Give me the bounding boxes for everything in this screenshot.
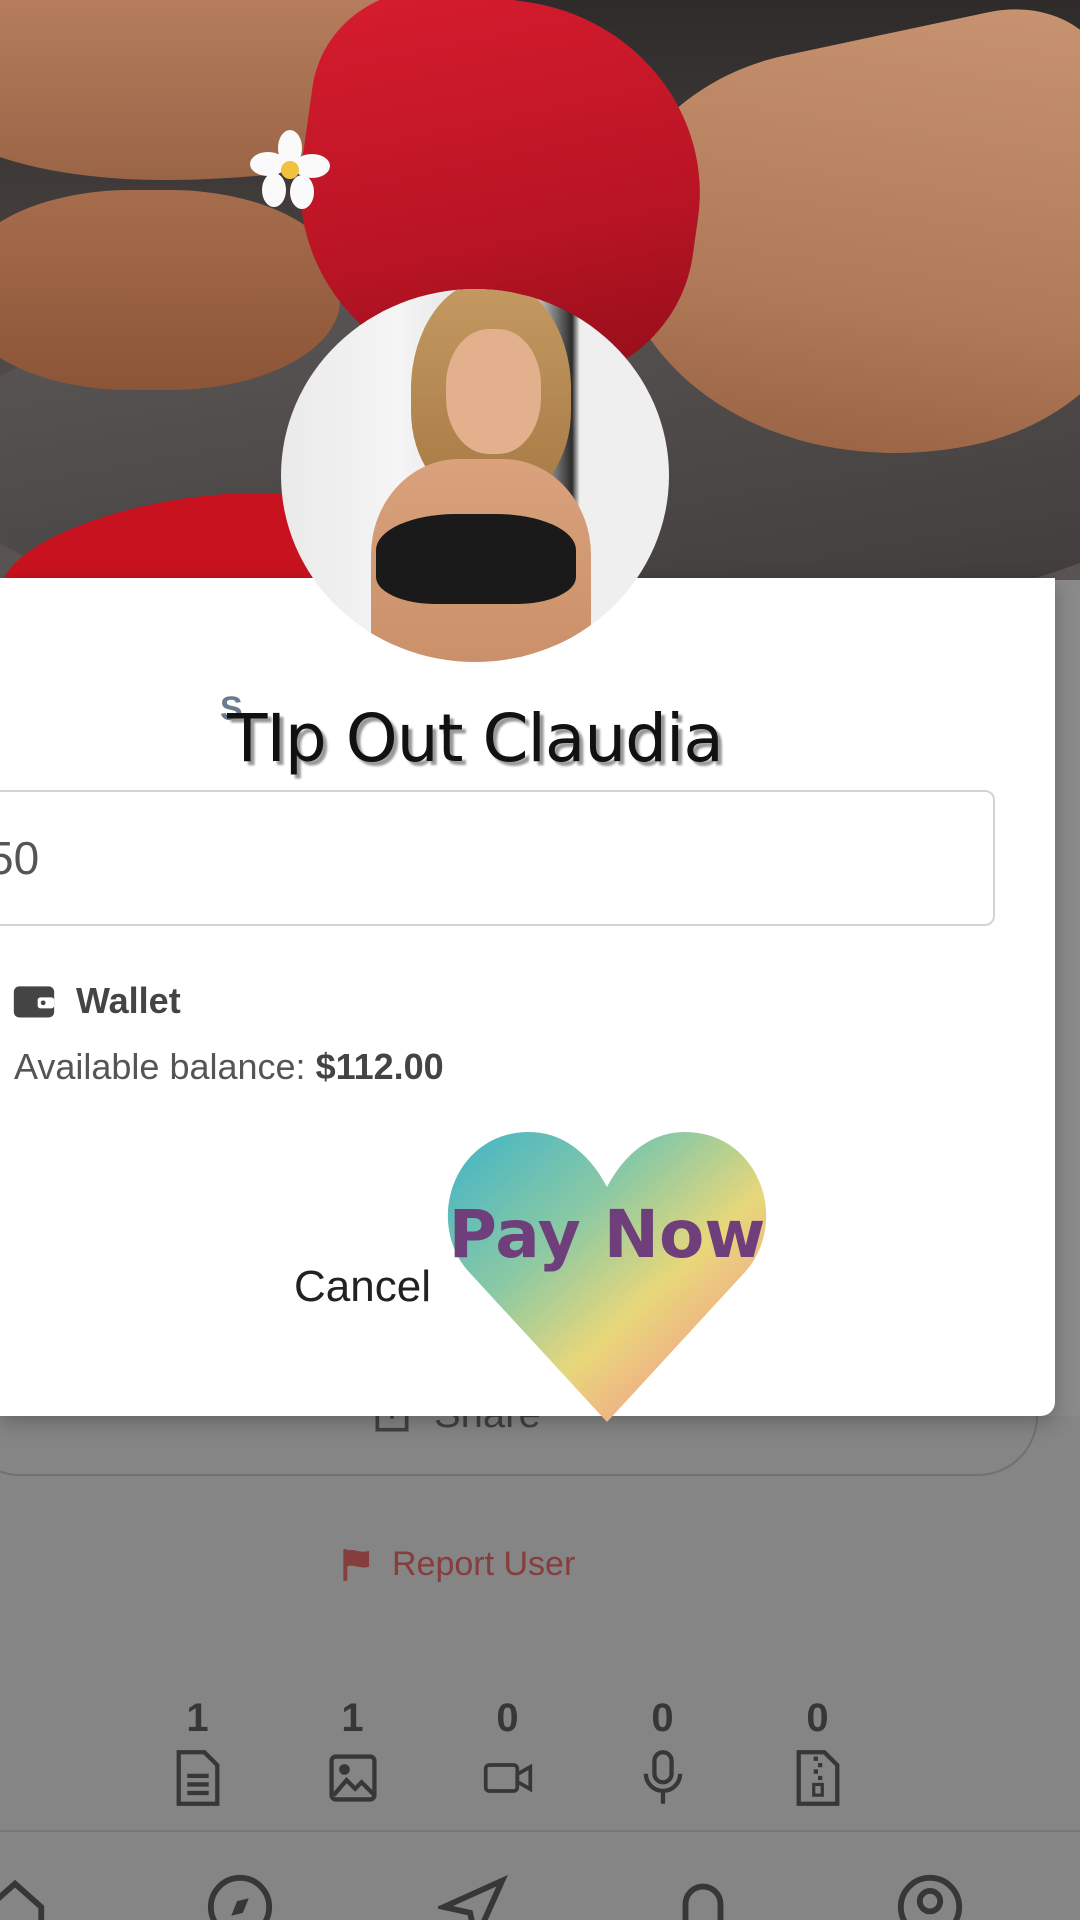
dialog-title: TIp Out Claudia [227, 700, 724, 777]
send-icon[interactable] [438, 1872, 508, 1920]
modal-backdrop [0, 1416, 1080, 1920]
stat-count: 0 [806, 1696, 829, 1740]
stat-documents[interactable]: 1 [120, 1696, 275, 1808]
archive-icon [796, 1750, 839, 1806]
available-balance: Available balance: $112.00 [14, 1046, 444, 1088]
stat-count: 0 [496, 1696, 519, 1740]
document-icon [176, 1750, 219, 1806]
image-icon [328, 1754, 377, 1802]
tip-amount-input[interactable]: 50 [0, 790, 995, 926]
tip-amount-value: 50 [0, 832, 40, 884]
stat-videos[interactable]: 0 [430, 1696, 585, 1808]
balance-value: $112.00 [315, 1046, 444, 1087]
wallet-row: Wallet [12, 980, 181, 1022]
flag-icon [343, 1548, 370, 1581]
balance-prefix: Available balance: [14, 1046, 316, 1087]
pay-now-button[interactable] [444, 1132, 770, 1422]
nav-divider [0, 1830, 1080, 1832]
media-stats: 1 1 0 0 0 [120, 1696, 895, 1808]
stat-count: 0 [651, 1696, 674, 1740]
stat-count: 1 [341, 1696, 364, 1740]
wallet-icon [13, 986, 55, 1018]
stat-images[interactable]: 1 [275, 1696, 430, 1808]
bottom-navigation [0, 1872, 1080, 1920]
report-user-link[interactable]: Report User [338, 1545, 575, 1584]
stat-audio[interactable]: 0 [585, 1696, 740, 1808]
cancel-button[interactable]: Cancel [294, 1262, 431, 1312]
wallet-label: Wallet [76, 980, 181, 1021]
bell-icon[interactable] [668, 1872, 738, 1920]
creator-avatar [281, 289, 669, 662]
profile-icon[interactable] [895, 1872, 965, 1920]
flower-decoration [250, 130, 330, 209]
home-icon[interactable] [0, 1872, 50, 1920]
pay-now-label: Pay Now [448, 1196, 766, 1273]
stat-archives[interactable]: 0 [740, 1696, 895, 1808]
stat-count: 1 [186, 1696, 209, 1740]
compass-icon[interactable] [205, 1872, 275, 1920]
microphone-icon [643, 1750, 682, 1804]
video-icon [483, 1763, 532, 1793]
report-user-label: Report User [392, 1545, 576, 1583]
